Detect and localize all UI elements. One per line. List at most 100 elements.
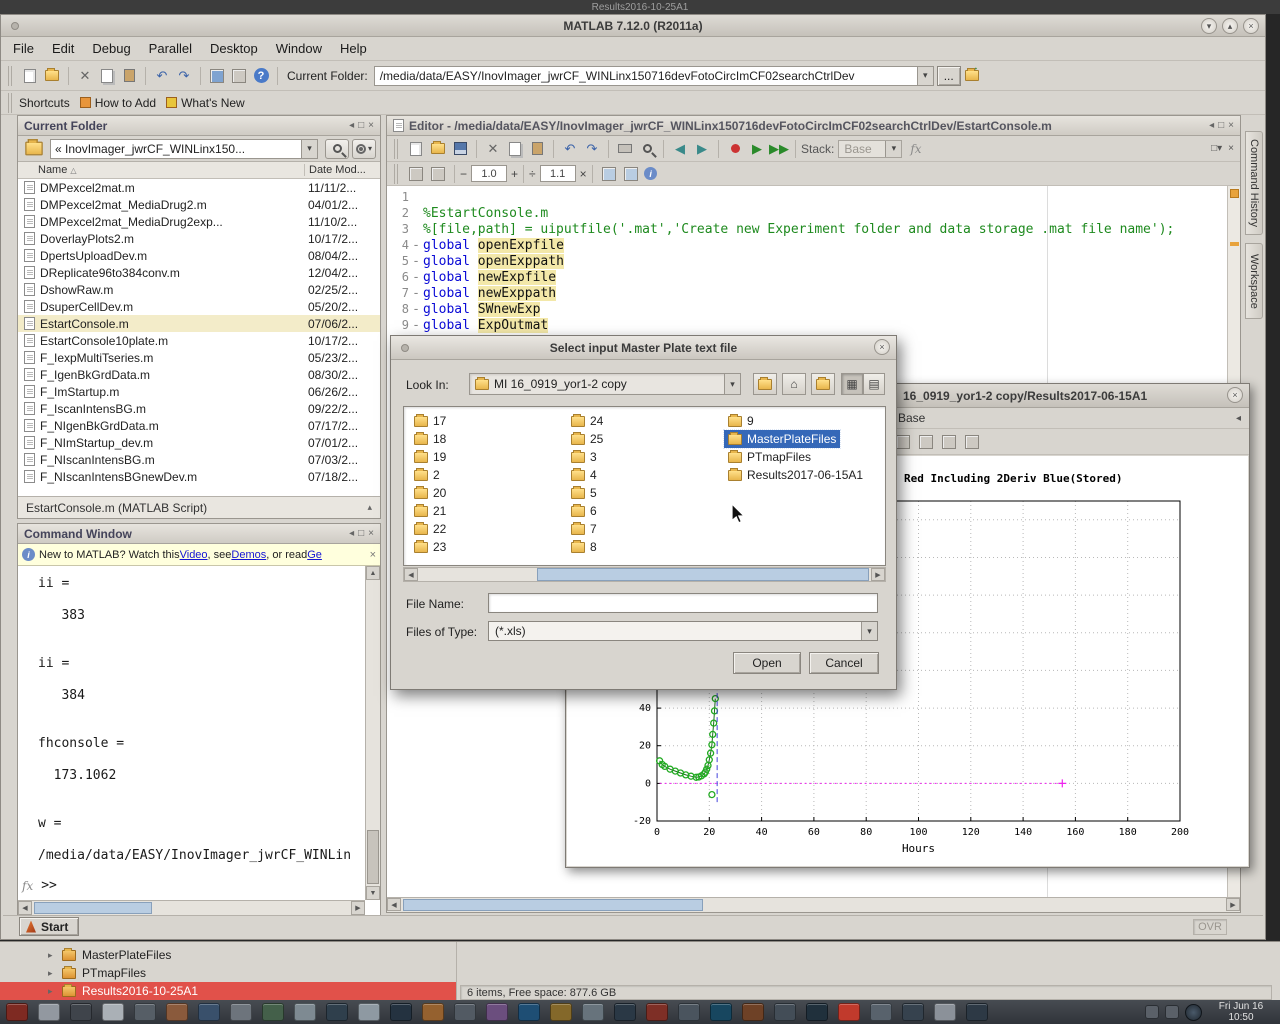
matlab-titlebar[interactable]: MATLAB 7.12.0 (R2011a) ▾ ▴ × [1, 15, 1265, 37]
breakpoint-gutter[interactable]: - [409, 302, 423, 318]
menu-debug[interactable]: Debug [92, 41, 130, 56]
code-line[interactable]: 7-global newExppath [387, 286, 1226, 302]
file-row[interactable]: F_IgenBkGrdData.m08/30/2... [18, 366, 380, 383]
code-line[interactable]: 4-global openExpfile [387, 238, 1226, 254]
scroll-right-icon[interactable]: ▶ [1226, 898, 1240, 911]
file-row[interactable]: DMPexcel2mat_MediaDrug2.m04/01/2... [18, 196, 380, 213]
folder-list[interactable]: 171819220212223 2425345678 9MasterPlateF… [403, 406, 886, 566]
editor-horizontal-scrollbar[interactable]: ◀ ▶ [387, 897, 1240, 912]
file-name-input[interactable] [488, 593, 878, 613]
look-in-combo[interactable]: MI 16_0919_yor1-2 copy ▾ [469, 373, 741, 395]
undo-icon[interactable]: ↶ [152, 66, 172, 86]
folder-item[interactable]: 9 [724, 412, 758, 430]
file-row[interactable]: EstartConsole10plate.m10/17/2... [18, 332, 380, 349]
breakpoint-gutter[interactable]: - [409, 318, 423, 334]
taskbar-app-icon[interactable] [710, 1003, 732, 1021]
dialog-titlebar[interactable]: Select input Master Plate text file × [391, 336, 896, 360]
undo-icon[interactable]: ↶ [560, 139, 580, 159]
command-prompt-row[interactable]: fx >> [22, 878, 57, 893]
folder-item[interactable]: 5 [567, 484, 601, 502]
stack-combo[interactable]: Base▾ [838, 140, 902, 158]
line-number[interactable]: 1 [387, 190, 409, 206]
folder-item[interactable]: 4 [567, 466, 601, 484]
breakpoint-gutter[interactable]: - [409, 270, 423, 286]
line-number[interactable]: 3 [387, 222, 409, 238]
date-column-header[interactable]: Date Mod... [304, 164, 380, 176]
folder-item[interactable]: 22 [410, 520, 450, 538]
tile-windows-icon[interactable]: □▾ [1211, 143, 1222, 154]
multiply-icon[interactable]: × [580, 167, 587, 181]
file-row[interactable]: F_NImStartup_dev.m07/01/2... [18, 434, 380, 451]
open-file-icon[interactable] [428, 139, 448, 159]
line-number[interactable]: 9 [387, 318, 409, 334]
redo-icon[interactable]: ↷ [582, 139, 602, 159]
taskbar-app-icon[interactable] [838, 1003, 860, 1021]
file-row[interactable]: DoverlayPlots2.m10/17/2... [18, 230, 380, 247]
folder-item[interactable]: 21 [410, 502, 450, 520]
code-line[interactable]: 6-global newExpfile [387, 270, 1226, 286]
close-panel-icon[interactable]: × [368, 528, 374, 539]
folder-item[interactable]: 25 [567, 430, 607, 448]
taskbar-clock[interactable]: Fri Jun 16 10:50 [1208, 1001, 1274, 1023]
shortcuts-grip[interactable] [8, 93, 14, 113]
breakpoint-gutter[interactable] [409, 206, 423, 222]
chevron-down-icon[interactable]: ▾ [724, 374, 740, 394]
hide-plot-tools-icon[interactable] [942, 435, 956, 449]
decrement-icon[interactable]: − [460, 167, 467, 181]
new-file-icon[interactable] [20, 66, 40, 86]
folder-item[interactable]: PTmapFiles [724, 448, 815, 466]
current-folder-titlebar[interactable]: Current Folder ◂□× [18, 116, 380, 136]
new-folder-button[interactable] [811, 373, 835, 395]
guide-icon[interactable] [229, 66, 249, 86]
file-row[interactable]: DshowRaw.m02/25/2... [18, 281, 380, 298]
taskbar-app-icon[interactable] [646, 1003, 668, 1021]
code-line[interactable]: 9-global ExpOutmat [387, 318, 1226, 334]
code-line[interactable]: 5-global openExppath [387, 254, 1226, 270]
new-file-icon[interactable] [406, 139, 426, 159]
folder-location-combo[interactable]: « InovImager_jwrCF_WINLinx150... ▾ [50, 139, 318, 159]
chevron-down-icon[interactable]: ▾ [301, 140, 317, 158]
taskbar-app-icon[interactable] [870, 1003, 892, 1021]
open-file-icon[interactable] [42, 66, 62, 86]
file-row[interactable]: F_NIscanIntensBGnewDev.m07/18/2... [18, 468, 380, 485]
taskbar-app-icon[interactable] [806, 1003, 828, 1021]
copy-icon[interactable] [97, 66, 117, 86]
grid-view-button[interactable]: ▦ [841, 373, 863, 395]
divide-icon[interactable]: ÷ [529, 167, 536, 181]
editor-titlebar[interactable]: Editor - /media/data/EASY/InovImager_jwr… [387, 116, 1240, 136]
taskbar-app-icon[interactable] [198, 1003, 220, 1021]
file-row[interactable]: F_IscanIntensBG.m09/22/2... [18, 400, 380, 417]
taskbar-app-icon[interactable] [38, 1003, 60, 1021]
collapse-icon[interactable]: ▴ [367, 502, 372, 513]
eval-cell-advance-icon[interactable] [621, 164, 641, 184]
command-window-titlebar[interactable]: Command Window ◂□× [18, 524, 380, 544]
vertical-scrollbar[interactable]: ▲ ▼ [365, 566, 380, 900]
scroll-up-icon[interactable]: ▲ [366, 566, 380, 580]
folder-item[interactable]: 19 [410, 448, 450, 466]
file-row[interactable]: F_NIgenBkGrdData.m07/17/2... [18, 417, 380, 434]
close-button[interactable]: × [1227, 387, 1243, 403]
taskbar-app-icon[interactable] [294, 1003, 316, 1021]
taskbar-app-icon[interactable] [102, 1003, 124, 1021]
find-icon[interactable] [637, 139, 657, 159]
folder-item[interactable]: MasterPlateFiles [724, 430, 840, 448]
scroll-down-icon[interactable]: ▼ [366, 886, 380, 900]
scrollbar-thumb[interactable] [367, 830, 379, 884]
taskbar-app-icon[interactable] [358, 1003, 380, 1021]
tree-item[interactable]: ▸Results2016-10-25A1 [0, 982, 456, 1000]
close-panel-icon[interactable]: × [368, 120, 374, 131]
breakpoint-gutter[interactable] [409, 222, 423, 238]
code-line[interactable]: 1 [387, 190, 1226, 206]
paste-icon[interactable] [527, 139, 547, 159]
undock-icon[interactable]: ◂ [1209, 120, 1214, 131]
paste-icon[interactable] [119, 66, 139, 86]
scrollbar-thumb[interactable] [403, 899, 703, 911]
taskbar-app-icon[interactable] [6, 1003, 28, 1021]
folder-item[interactable]: 6 [567, 502, 601, 520]
menu-window[interactable]: Window [276, 41, 322, 56]
close-panel-icon[interactable]: × [1228, 120, 1234, 131]
chevron-down-icon[interactable]: ▾ [861, 622, 877, 640]
file-list-header[interactable]: Name △ Date Mod... [18, 162, 380, 179]
name-column-header[interactable]: Name [38, 164, 67, 176]
close-button[interactable]: × [1243, 18, 1259, 34]
